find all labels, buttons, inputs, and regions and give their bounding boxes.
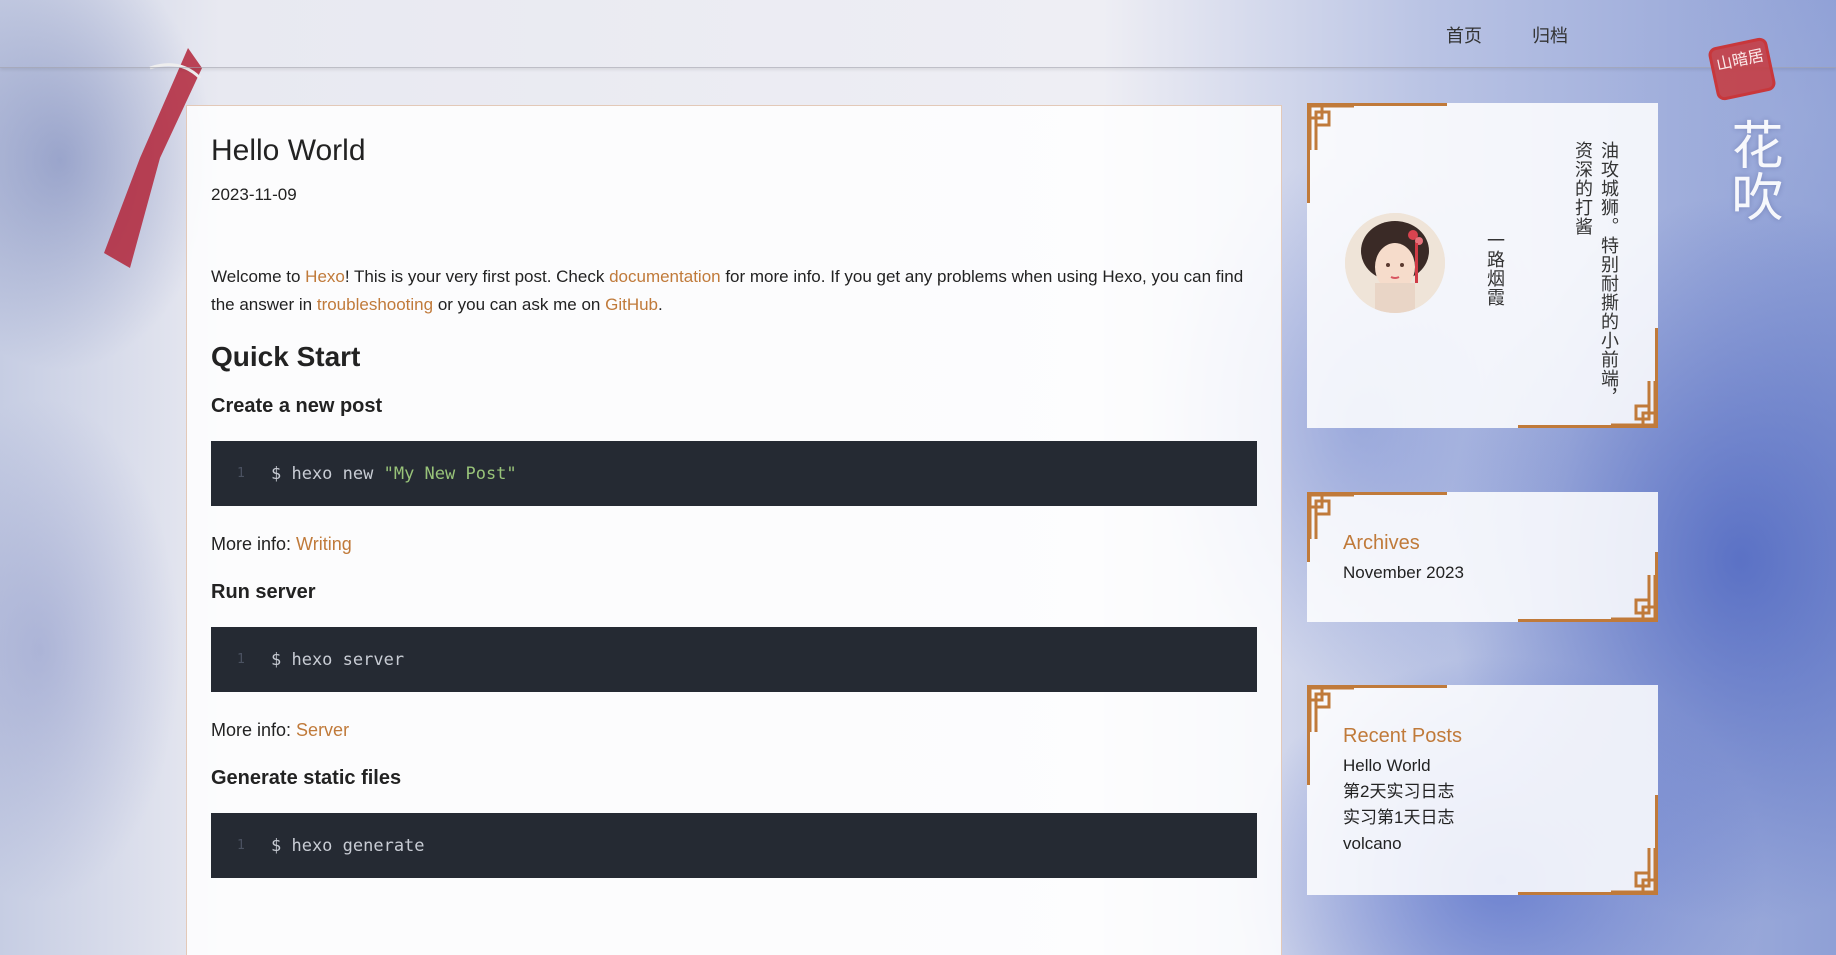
section-heading: Generate static files [211,767,402,789]
troubleshooting-link[interactable]: troubleshooting [317,295,433,314]
recent-posts-card: Recent Posts Hello World 第2天实习日志 实习第1天日志… [1307,685,1658,895]
site-header: 首页 归档 [0,0,1836,68]
intro-text: ! This is your very first post. Check [344,267,610,286]
corner-ornament [1611,848,1657,894]
line-number: 1 [237,466,245,481]
post-title: Hello World [211,134,366,167]
writing-link[interactable]: Writing [296,534,352,554]
code-block: 1 $ hexo server [211,627,1257,692]
top-nav: 首页 归档 [1446,22,1568,48]
profile-name: 一路烟霞 [1485,231,1505,307]
recent-post-link[interactable]: 实习第1天日志 [1343,805,1454,831]
recent-posts-list: Hello World 第2天实习日志 实习第1天日志 volcano [1343,753,1454,857]
code-block: 1 $ hexo generate [211,813,1257,878]
archives-list: November 2023 [1343,560,1464,586]
more-info: More info: Writing [211,534,352,554]
intro-text: Welcome to [211,267,306,286]
archives-card: Archives November 2023 [1307,492,1658,622]
archive-item[interactable]: November 2023 [1343,560,1464,586]
avatar[interactable] [1345,213,1445,313]
seal-text: 山暗居 [1714,45,1766,74]
code-string: "My New Post" [383,463,517,484]
recent-posts-title: Recent Posts [1343,725,1462,747]
corner-ornament [1611,575,1657,621]
server-link[interactable]: Server [296,720,349,740]
recent-post-link[interactable]: Hello World [1343,753,1454,779]
seal-stamp: 山暗居 [1707,36,1777,102]
code-command: $ hexo server [271,649,405,670]
corner-ornament [1308,104,1354,150]
profile-bio: 油攻城狮。特别耐撕的小前端，资深的打酱 [1573,141,1619,407]
intro-text: or you can ask me on [433,295,606,314]
profile-card: 一路烟霞 油攻城狮。特别耐撕的小前端，资深的打酱 [1307,103,1658,428]
nav-archive-link[interactable]: 归档 [1532,22,1568,48]
documentation-link[interactable]: documentation [609,267,721,286]
hexo-link[interactable]: Hexo [305,267,345,286]
line-number: 1 [237,652,245,667]
post-intro: Welcome to Hexo! This is your very first… [211,263,1257,319]
nav-home-link[interactable]: 首页 [1446,22,1482,48]
more-info: More info: Server [211,720,350,740]
quick-start-heading: Quick Start [211,341,361,372]
intro-text: . [658,295,663,314]
archives-title: Archives [1343,532,1420,554]
line-number: 1 [237,838,245,853]
section-heading: Run server [211,581,316,603]
code-block: 1 $ hexo new "My New Post" [211,441,1257,506]
post-date: 2023-11-09 [211,185,297,204]
code-command: $ hexo generate [271,835,425,856]
recent-post-link[interactable]: volcano [1343,831,1454,857]
post-article: Hello World 2023-11-09 Welcome to Hexo! … [186,105,1282,955]
recent-post-link[interactable]: 第2天实习日志 [1343,779,1454,805]
calligraphy-title: 花吹 [1722,118,1782,222]
section-heading: Create a new post [211,395,383,417]
avatar-image [1345,213,1445,313]
github-link[interactable]: GitHub [605,295,658,314]
code-command: $ hexo new "My New Post" [271,463,517,484]
